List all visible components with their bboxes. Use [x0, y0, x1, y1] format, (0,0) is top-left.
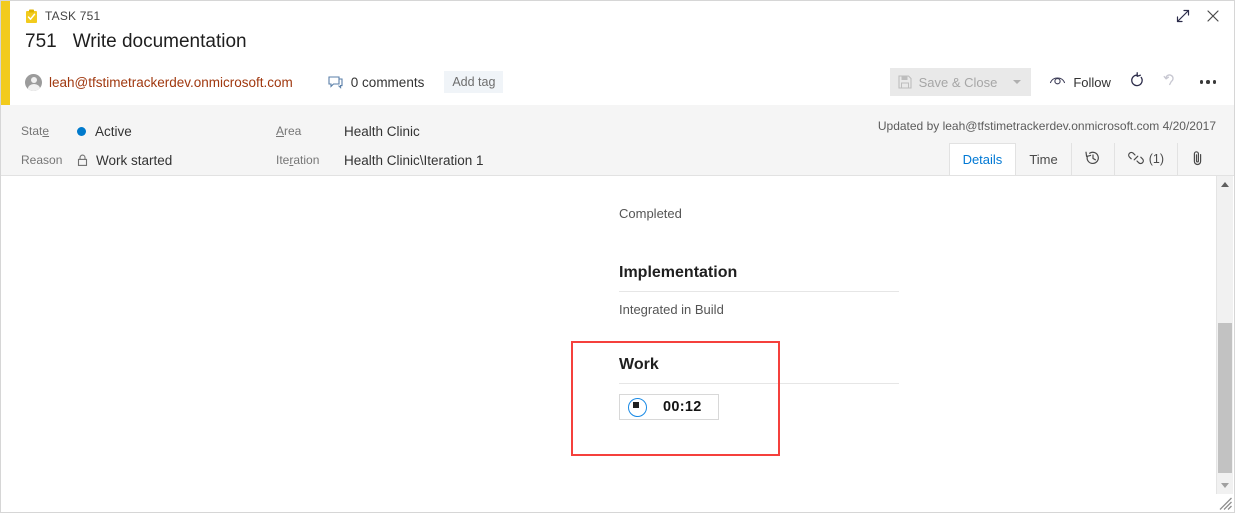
- section-work: Work 00:12: [619, 356, 899, 422]
- work-item-body: Completed Implementation Integrated in B…: [1, 176, 1217, 511]
- work-item-header: TASK 751 751 Write documentation leah@tf…: [10, 1, 1234, 105]
- window-controls: [1170, 7, 1226, 29]
- section-implementation: Implementation Integrated in Build: [619, 264, 899, 317]
- field-state-value: Active: [95, 123, 132, 139]
- eye-icon: [1049, 73, 1066, 91]
- timer-toggle-button[interactable]: 00:12: [619, 394, 719, 420]
- work-item-id: 751: [25, 31, 57, 52]
- history-icon: [1085, 150, 1101, 169]
- updated-by-text: Updated by leah@tfstimetrackerdev.onmicr…: [877, 119, 1216, 133]
- work-item-type-row: TASK 751: [25, 7, 100, 25]
- ellipsis-icon: [1212, 80, 1217, 84]
- expand-button[interactable]: [1170, 7, 1196, 29]
- comments-count-label: 0 comments: [350, 74, 425, 90]
- completed-field-text: Completed: [619, 206, 682, 221]
- save-and-close-button[interactable]: Save & Close: [889, 68, 1032, 96]
- tab-details-label: Details: [962, 152, 1003, 167]
- field-reason-value-button[interactable]: Work started: [77, 153, 172, 168]
- field-iteration-label: Iteration: [276, 153, 320, 167]
- section-divider: [619, 383, 899, 384]
- clipboard-check-icon: [25, 9, 38, 24]
- work-item-tabs: Details Time (1): [948, 143, 1218, 175]
- work-item-dialog: TASK 751 751 Write documentation leah@tf…: [0, 0, 1235, 513]
- tab-attachments[interactable]: [1178, 143, 1218, 175]
- stop-timer-icon: [628, 397, 647, 417]
- scrollbar-thumb[interactable]: [1218, 323, 1232, 473]
- close-icon: [1206, 9, 1220, 28]
- work-item-toolbar: Save & Close Follow: [889, 67, 1220, 97]
- more-actions-button[interactable]: [1198, 80, 1218, 84]
- section-implementation-title: Implementation: [619, 264, 738, 281]
- scroll-down-arrow-icon[interactable]: [1217, 477, 1233, 494]
- field-state: State Active: [21, 121, 132, 141]
- scroll-up-arrow-icon[interactable]: [1217, 176, 1233, 193]
- tab-links-count: (1): [1148, 152, 1164, 166]
- person-avatar-icon: [25, 73, 42, 91]
- field-reason: Reason Work started: [21, 150, 172, 170]
- ellipsis-icon: [1199, 80, 1204, 84]
- field-iteration: Iteration Health Clinic\Iteration 1: [276, 150, 484, 170]
- work-item-title[interactable]: Write documentation: [73, 31, 247, 53]
- close-button[interactable]: [1200, 7, 1226, 29]
- work-item-type-label: TASK 751: [45, 9, 101, 23]
- field-state-value-button[interactable]: Active: [77, 124, 132, 139]
- follow-label: Follow: [1073, 74, 1111, 90]
- comment-icon: [328, 75, 343, 89]
- add-tag-button[interactable]: Add tag: [444, 71, 504, 93]
- vertical-scrollbar[interactable]: [1216, 176, 1233, 494]
- refresh-icon: [1129, 71, 1145, 93]
- field-area: Area Health Clinic: [276, 121, 420, 141]
- work-item-type-accent-bar: [1, 1, 10, 105]
- comments-button[interactable]: 0 comments: [328, 74, 425, 90]
- save-and-close-label: Save & Close: [918, 74, 998, 90]
- link-icon: [1127, 150, 1144, 169]
- field-area-value[interactable]: Health Clinic: [344, 124, 420, 139]
- resize-grip-icon[interactable]: [1216, 494, 1233, 511]
- field-iteration-value[interactable]: Health Clinic\Iteration 1: [344, 153, 484, 168]
- tab-time-label: Time: [1029, 151, 1058, 167]
- tab-links[interactable]: (1): [1115, 143, 1178, 175]
- save-disk-icon: [898, 75, 912, 89]
- tab-time[interactable]: Time: [1016, 143, 1072, 175]
- undo-button[interactable]: [1163, 72, 1178, 92]
- field-reason-label: Reason: [21, 153, 63, 167]
- refresh-button[interactable]: [1129, 71, 1145, 93]
- follow-button[interactable]: Follow: [1049, 73, 1111, 91]
- chevron-down-icon[interactable]: [1013, 80, 1022, 84]
- assigned-to-link[interactable]: leah@tfstimetrackerdev.onmicrosoft.com: [49, 75, 293, 90]
- work-item-title-row: 751 Write documentation: [25, 31, 247, 53]
- attachment-icon: [1191, 150, 1205, 169]
- field-reason-value: Work started: [96, 152, 173, 168]
- state-indicator-dot: [77, 126, 86, 136]
- tab-details[interactable]: Details: [949, 143, 1017, 175]
- lock-icon: [77, 154, 88, 166]
- section-implementation-body: Integrated in Build: [619, 302, 724, 317]
- section-work-title: Work: [619, 356, 659, 373]
- undo-icon: [1163, 72, 1178, 92]
- timer-elapsed-value: 00:12: [663, 399, 702, 415]
- ellipsis-icon: [1206, 80, 1210, 84]
- tab-history[interactable]: [1072, 143, 1115, 175]
- work-item-meta-row: leah@tfstimetrackerdev.onmicrosoft.com 0…: [25, 69, 504, 95]
- expand-icon: [1176, 9, 1190, 28]
- field-area-label: Area: [276, 124, 302, 138]
- field-state-label: State: [21, 124, 50, 138]
